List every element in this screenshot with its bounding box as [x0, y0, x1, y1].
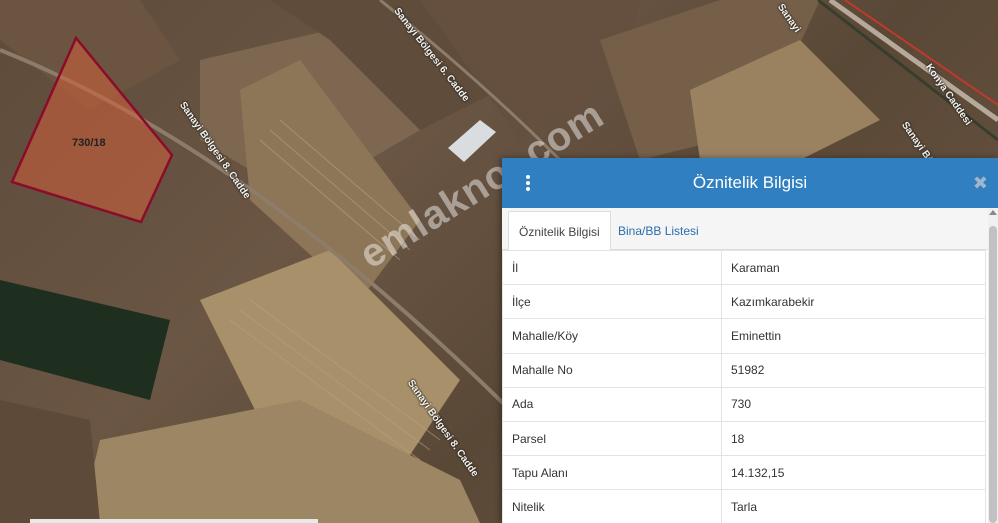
highway-lane: [844, 0, 998, 106]
row-value: Karaman: [721, 250, 986, 286]
row-value: 14.132,15: [721, 455, 986, 491]
tab-attribute-info[interactable]: Öznitelik Bilgisi: [508, 211, 611, 251]
attribute-info-panel: Öznitelik Bilgisi ✖ Öznitelik Bilgisi Bi…: [502, 158, 998, 523]
row-key: Parsel: [502, 420, 722, 457]
row-key: Mahalle/Köy: [502, 318, 722, 354]
table-row: Nitelik Tarla: [502, 489, 986, 523]
field-patch: [0, 400, 100, 523]
parcel-label: 730/18: [72, 137, 106, 149]
row-key: İlçe: [502, 284, 722, 320]
row-key: Tapu Alanı: [502, 455, 722, 491]
table-row: Mahalle No 51982: [502, 352, 986, 388]
row-key: Mahalle No: [502, 352, 722, 388]
row-value: Eminettin: [721, 318, 986, 354]
table-row: Mahalle/Köy Eminettin: [502, 318, 986, 354]
bottom-bar: [30, 519, 318, 523]
close-icon[interactable]: ✖: [973, 173, 988, 193]
row-key: İl: [502, 250, 722, 286]
attribute-table: İl Karaman İlçe Kazımkarabekir Mahalle/Köy…: [502, 250, 988, 523]
table-row: Parsel 18: [502, 420, 986, 457]
scroll-thumb[interactable]: [989, 226, 997, 523]
tab-building-list[interactable]: Bina/BB Listesi: [608, 211, 709, 251]
row-value: 730: [721, 386, 986, 422]
table-row: Tapu Alanı 14.132,15: [502, 455, 986, 491]
panel-header: Öznitelik Bilgisi ✖: [502, 158, 998, 208]
row-key: Nitelik: [502, 489, 722, 523]
row-value: Tarla: [721, 489, 986, 523]
row-value: 51982: [721, 352, 986, 388]
table-row: Ada 730: [502, 386, 986, 422]
panel-tabs: Öznitelik Bilgisi Bina/BB Listesi: [502, 208, 988, 251]
row-key: Ada: [502, 386, 722, 422]
vertical-dots-icon[interactable]: [520, 172, 536, 194]
row-value: 18: [721, 420, 986, 457]
panel-scrollbar[interactable]: [988, 208, 998, 523]
scroll-up-icon[interactable]: [989, 210, 997, 215]
table-row: İlçe Kazımkarabekir: [502, 284, 986, 320]
table-row: İl Karaman: [502, 250, 986, 286]
row-value: Kazımkarabekir: [721, 284, 986, 320]
dark-field: [0, 280, 170, 400]
panel-title: Öznitelik Bilgisi: [692, 173, 808, 192]
